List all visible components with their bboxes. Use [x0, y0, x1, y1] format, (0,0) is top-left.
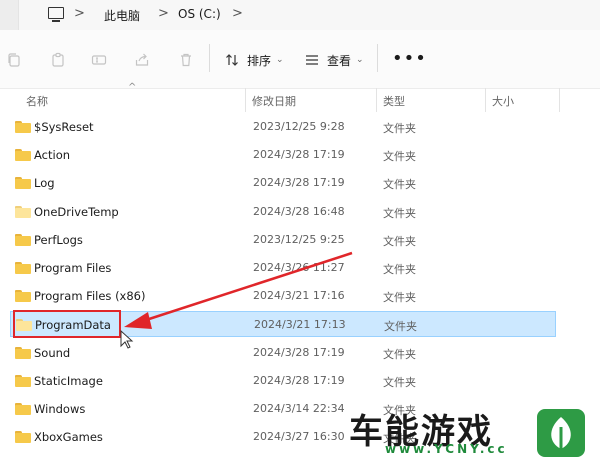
file-type: 文件夹	[383, 150, 416, 163]
sort-label: 排序	[247, 53, 272, 68]
this-pc-icon[interactable]	[48, 7, 64, 22]
rename-icon[interactable]	[91, 52, 107, 68]
file-name: StaticImage	[34, 374, 103, 388]
column-header-type[interactable]: 类型	[383, 93, 405, 109]
folder-icon	[15, 177, 31, 189]
file-type: 文件夹	[383, 291, 416, 304]
column-divider[interactable]	[245, 88, 246, 112]
file-row[interactable]: Log 2024/3/28 17:19 文件夹	[10, 170, 556, 196]
column-divider[interactable]	[485, 88, 486, 112]
file-row[interactable]: Program Files (x86) 2024/3/21 17:16 文件夹	[10, 283, 556, 309]
folder-icon	[15, 262, 31, 274]
command-bar: 排序 ⌄ 查看 ⌄ •••	[0, 30, 600, 89]
file-row[interactable]: Program Files 2024/3/26 11:27 文件夹	[10, 255, 556, 281]
folder-icon	[15, 431, 31, 443]
file-type: 文件夹	[383, 207, 416, 220]
file-name: Program Files	[34, 261, 112, 275]
chevron-down-icon: ⌄	[276, 55, 284, 65]
chevron-right-icon[interactable]: >	[158, 6, 169, 21]
file-name: XboxGames	[34, 430, 103, 444]
column-header-modified[interactable]: 修改日期	[252, 93, 296, 109]
file-type: 文件夹	[383, 122, 416, 135]
file-row[interactable]: PerfLogs 2023/12/25 9:25 文件夹	[10, 227, 556, 253]
chevron-right-icon[interactable]: >	[232, 6, 243, 21]
view-icon	[306, 55, 318, 65]
column-header-name[interactable]: 名称	[26, 93, 48, 109]
file-name: Sound	[34, 346, 71, 360]
view-label: 查看	[327, 53, 352, 68]
file-modified-date: 2024/3/28 17:19	[253, 374, 345, 387]
watermark: 车能游戏 www.YCNY.cc	[345, 404, 600, 461]
folder-icon	[15, 234, 31, 246]
file-name: Log	[34, 176, 55, 190]
leaf-logo-icon	[537, 409, 585, 457]
file-modified-date: 2024/3/21 17:13	[254, 318, 346, 331]
breadcrumb-this-pc[interactable]: 此电脑	[104, 7, 140, 24]
column-divider[interactable]	[376, 88, 377, 112]
paste-icon[interactable]	[50, 52, 66, 68]
file-modified-date: 2024/3/28 17:19	[253, 148, 345, 161]
toolbar-divider	[209, 44, 210, 72]
file-name: OneDriveTemp	[34, 205, 119, 219]
folder-icon	[15, 206, 31, 218]
file-row[interactable]: OneDriveTemp 2024/3/28 16:48 文件夹	[10, 199, 556, 225]
file-modified-date: 2023/12/25 9:28	[253, 120, 345, 133]
folder-icon	[15, 347, 31, 359]
file-row[interactable]: Action 2024/3/28 17:19 文件夹	[10, 142, 556, 168]
folder-icon	[15, 149, 31, 161]
file-modified-date: 2024/3/28 17:19	[253, 346, 345, 359]
file-name: Action	[34, 148, 71, 162]
file-row[interactable]: Sound 2024/3/28 17:19 文件夹	[10, 340, 556, 366]
sort-button[interactable]: 排序 ⌄	[225, 50, 284, 70]
more-options-button[interactable]: •••	[392, 48, 427, 69]
file-modified-date: 2024/3/26 11:27	[253, 261, 345, 274]
file-type: 文件夹	[384, 320, 417, 333]
share-icon[interactable]	[134, 52, 150, 68]
chevron-down-icon: ⌄	[356, 55, 364, 65]
file-modified-date: 2023/12/25 9:25	[253, 233, 345, 246]
file-modified-date: 2024/3/21 17:16	[253, 289, 345, 302]
chevron-right-icon[interactable]: >	[74, 6, 85, 21]
copy-icon[interactable]	[6, 52, 22, 68]
pane-edge	[0, 0, 19, 30]
file-type: 文件夹	[383, 235, 416, 248]
file-row[interactable]: StaticImage 2024/3/28 17:19 文件夹	[10, 368, 556, 394]
mouse-cursor-icon	[120, 330, 134, 349]
column-header-size[interactable]: 大小	[492, 93, 514, 109]
sort-icon	[226, 54, 238, 66]
address-bar: > 此电脑 > OS (C:) >	[0, 0, 600, 30]
watermark-site: www.YCNY.cc	[385, 442, 508, 456]
file-name: Program Files (x86)	[34, 289, 146, 303]
annotation-highlight-box	[13, 310, 121, 338]
toolbar-divider	[377, 44, 378, 72]
file-type: 文件夹	[383, 376, 416, 389]
file-modified-date: 2024/3/28 16:48	[253, 205, 345, 218]
file-type: 文件夹	[383, 263, 416, 276]
file-name: Windows	[34, 402, 86, 416]
column-header-row: ^ 名称 修改日期 类型 大小	[0, 82, 600, 114]
file-modified-date: 2024/3/14 22:34	[253, 402, 345, 415]
file-type: 文件夹	[383, 178, 416, 191]
view-button[interactable]: 查看 ⌄	[305, 50, 364, 70]
breadcrumb-os-c[interactable]: OS (C:)	[178, 7, 221, 21]
folder-icon	[15, 121, 31, 133]
file-type: 文件夹	[383, 348, 416, 361]
file-row[interactable]: $SysReset 2023/12/25 9:28 文件夹	[10, 114, 556, 140]
sort-ascending-icon: ^	[128, 82, 137, 93]
file-name: $SysReset	[34, 120, 94, 134]
file-modified-date: 2024/3/27 16:30	[253, 430, 345, 443]
folder-icon	[15, 290, 31, 302]
file-name: PerfLogs	[34, 233, 83, 247]
folder-icon	[15, 403, 31, 415]
column-divider[interactable]	[559, 88, 560, 112]
file-modified-date: 2024/3/28 17:19	[253, 176, 345, 189]
delete-icon[interactable]	[178, 52, 194, 68]
folder-icon	[15, 375, 31, 387]
